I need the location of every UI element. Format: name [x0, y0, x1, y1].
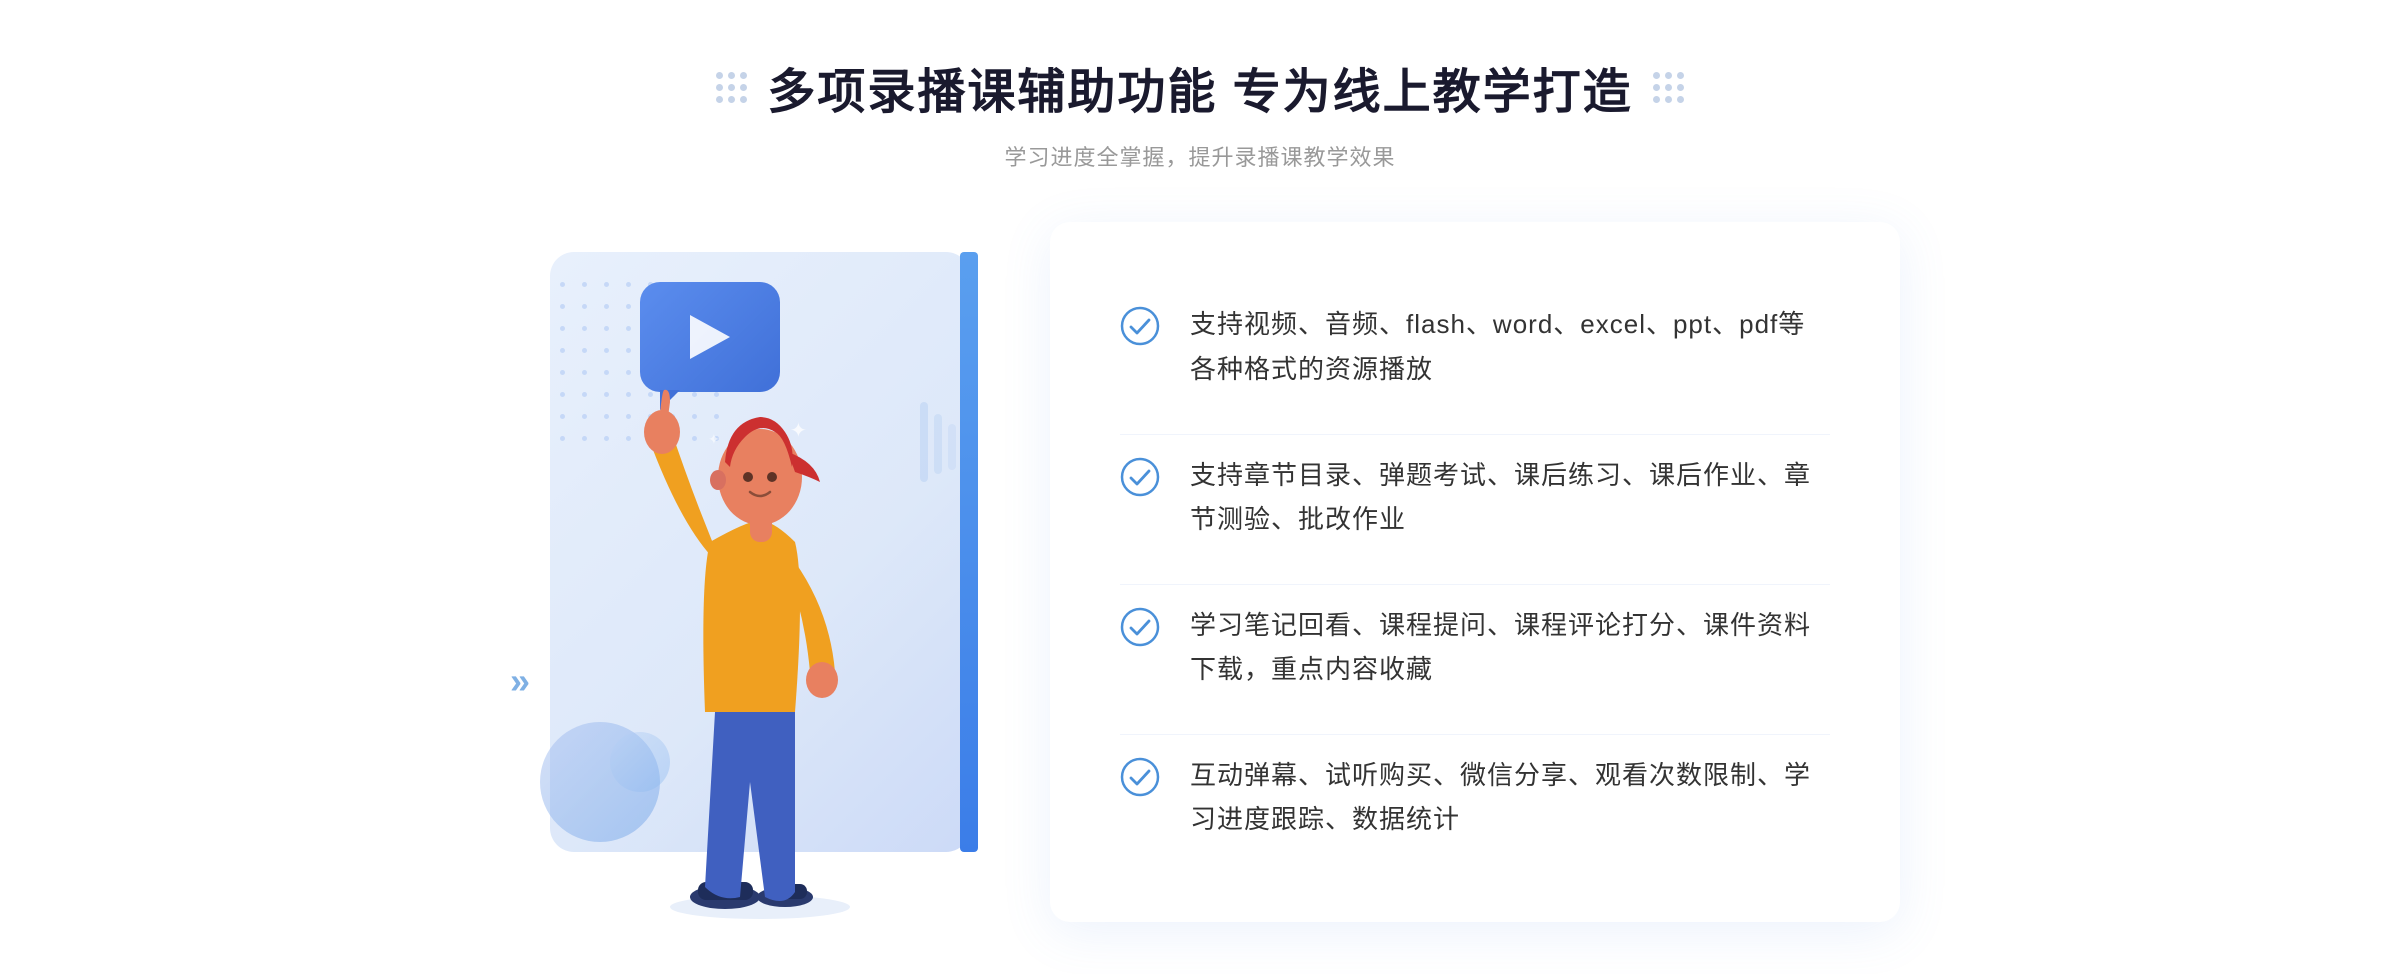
feature-item-3: 学习笔记回看、课程提问、课程评论打分、课件资料下载，重点内容收藏: [1120, 584, 1830, 709]
header-section: 多项录播课辅助功能 专为线上教学打造 学习进度全掌握，提升录播课教学效果: [716, 52, 1683, 172]
feature-item-4: 互动弹幕、试听购买、微信分享、观看次数限制、学习进度跟踪、数据统计: [1120, 734, 1830, 859]
page-wrapper: 多项录播课辅助功能 专为线上教学打造 学习进度全掌握，提升录播课教学效果: [0, 12, 2400, 962]
decorative-dots-right: [1653, 72, 1684, 103]
content-area: »: [500, 222, 1900, 922]
check-circle-icon-3: [1120, 607, 1160, 647]
feature-text-3: 学习笔记回看、课程提问、课程评论打分、课件资料下载，重点内容收藏: [1190, 603, 1830, 691]
blue-vertical-bar: [960, 252, 978, 852]
check-circle-icon-4: [1120, 757, 1160, 797]
decorative-dots-left: [716, 72, 747, 103]
feature-text-4: 互动弹幕、试听购买、微信分享、观看次数限制、学习进度跟踪、数据统计: [1190, 753, 1830, 841]
svg-text:✦: ✦: [790, 420, 807, 442]
header-title-row: 多项录播课辅助功能 专为线上教学打造: [716, 52, 1683, 122]
page-subtitle: 学习进度全掌握，提升录播课教学效果: [716, 140, 1683, 172]
feature-text-2: 支持章节目录、弹题考试、课后练习、课后作业、章节测验、批改作业: [1190, 453, 1830, 541]
check-circle-icon-2: [1120, 457, 1160, 497]
feature-text-1: 支持视频、音频、flash、word、excel、ppt、pdf等各种格式的资源…: [1190, 302, 1830, 390]
feature-item-1: 支持视频、音频、flash、word、excel、ppt、pdf等各种格式的资源…: [1120, 284, 1830, 408]
svg-text:✦: ✦: [708, 431, 720, 447]
play-icon: [690, 315, 730, 359]
check-circle-icon-1: [1120, 306, 1160, 346]
person-illustration: ✦ ✦: [620, 362, 900, 922]
feature-item-2: 支持章节目录、弹题考试、课后练习、课后作业、章节测验、批改作业: [1120, 434, 1830, 559]
illustration-wrapper: »: [500, 222, 1020, 922]
chevrons-left-icon: »: [510, 660, 530, 702]
page-title: 多项录播课辅助功能 专为线上教学打造: [767, 52, 1632, 122]
features-card: 支持视频、音频、flash、word、excel、ppt、pdf等各种格式的资源…: [1050, 222, 1900, 922]
